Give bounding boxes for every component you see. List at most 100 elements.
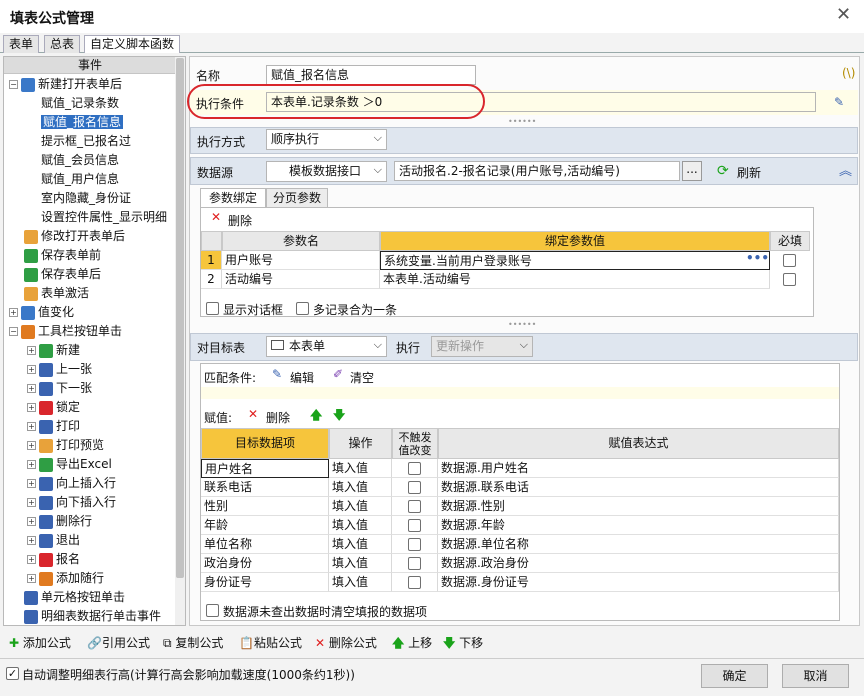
assign-field-cell[interactable]: 政治身份 (201, 554, 329, 573)
clear-unfound-checkbox[interactable] (206, 604, 219, 617)
tree-item[interactable]: 赋值_会员信息 (9, 151, 175, 170)
assign-expr-cell[interactable]: 数据源.单位名称 (438, 535, 839, 554)
delete-formula-button[interactable]: ✕ 删除公式 (315, 633, 377, 653)
tree-item[interactable]: + 报名 (9, 550, 175, 569)
show-dialog-checkbox[interactable] (206, 302, 219, 315)
expand-icon[interactable]: + (27, 498, 36, 507)
assign-row[interactable]: 年龄 填入值 数据源.年龄 (201, 516, 839, 535)
assign-delete-icon[interactable]: ✕ (248, 407, 258, 421)
assign-op-cell[interactable]: 填入值 (329, 478, 392, 497)
datasource-type-select[interactable]: 模板数据接口 (266, 160, 387, 182)
no-trigger-checkbox[interactable] (408, 538, 421, 551)
collapse-up-icon[interactable]: ︽ (839, 160, 852, 179)
tree-item[interactable]: + 删除行 (9, 512, 175, 531)
assign-field-cell[interactable]: 单位名称 (201, 535, 329, 554)
tree-item[interactable]: + 退出 (9, 531, 175, 550)
assign-field-cell[interactable]: 性别 (201, 497, 329, 516)
splitter-grip-icon[interactable]: •••••• (508, 320, 536, 329)
condition-edit-icon[interactable]: ✎ (834, 95, 844, 109)
param-value-more-icon[interactable]: ••• (746, 251, 769, 265)
tree-item[interactable]: 赋值_用户信息 (9, 170, 175, 189)
tree-item[interactable]: + 新建 (9, 341, 175, 360)
close-icon[interactable]: ✕ (836, 4, 851, 25)
expand-icon[interactable]: + (27, 536, 36, 545)
tree-item[interactable]: 保存表单前 (9, 246, 175, 265)
tree-item[interactable]: 明细表数据行单击事件 (9, 607, 175, 625)
assign-op-cell[interactable]: 填入值 (329, 497, 392, 516)
collapse-icon[interactable]: − (9, 80, 18, 89)
expand-icon[interactable]: + (27, 441, 36, 450)
datasource-field[interactable]: 活动报名.2-报名记录(用户账号,活动编号) (394, 161, 680, 181)
assign-op-cell[interactable]: 填入值 (329, 535, 392, 554)
tree-item[interactable]: + 添加随行 (9, 569, 175, 588)
tree-item[interactable]: + 向下插入行 (9, 493, 175, 512)
tree-item[interactable]: 单元格按钮单击 (9, 588, 175, 607)
assign-field-cell[interactable]: 用户姓名 (201, 459, 329, 478)
tree-item[interactable]: 赋值_记录条数 (9, 94, 175, 113)
tree-item[interactable]: + 锁定 (9, 398, 175, 417)
assign-expr-cell[interactable]: 数据源.政治身份 (438, 554, 839, 573)
datasource-browse-button[interactable]: ... (682, 161, 702, 181)
refresh-icon[interactable]: ⟳ (717, 163, 729, 179)
tree-item[interactable]: + 导出Excel (9, 455, 175, 474)
tree-item[interactable]: + 打印预览 (9, 436, 175, 455)
tree-item[interactable]: 保存表单后 (9, 265, 175, 284)
assign-expr-cell[interactable]: 数据源.身份证号 (438, 573, 839, 592)
assign-field-cell[interactable]: 联系电话 (201, 478, 329, 497)
assign-row[interactable]: 性别 填入值 数据源.性别 (201, 497, 839, 516)
no-trigger-checkbox[interactable] (408, 481, 421, 494)
refresh-button[interactable]: 刷新 (737, 164, 761, 181)
collapse-icon[interactable]: − (9, 327, 18, 336)
expand-icon[interactable]: + (27, 574, 36, 583)
move-up-button[interactable]: 🡅 上移 (392, 633, 432, 653)
expand-icon[interactable]: + (27, 555, 36, 564)
formula-hint-icon[interactable]: (\) (842, 66, 855, 80)
assign-op-cell[interactable]: 填入值 (329, 573, 392, 592)
param-required-checkbox[interactable] (783, 273, 796, 286)
tab-paging-params[interactable]: 分页参数 (266, 188, 328, 207)
assign-row[interactable]: 用户姓名 填入值 数据源.用户姓名 (201, 459, 839, 478)
assign-expr-cell[interactable]: 数据源.联系电话 (438, 478, 839, 497)
auto-row-height-checkbox[interactable]: ✓ (6, 667, 19, 680)
expand-icon[interactable]: + (9, 308, 18, 317)
assign-op-cell[interactable]: 填入值 (329, 459, 392, 478)
paste-formula-button[interactable]: 📋粘贴公式 (239, 633, 302, 653)
name-field[interactable]: 赋值_报名信息 (266, 65, 476, 85)
expand-icon[interactable]: + (27, 517, 36, 526)
match-clear-button[interactable]: 清空 (350, 369, 374, 386)
eraser-icon[interactable]: ✐ (333, 367, 343, 381)
merge-records-checkbox[interactable] (296, 302, 309, 315)
assign-field-cell[interactable]: 年龄 (201, 516, 329, 535)
tree-item[interactable]: 赋值_报名信息 (9, 113, 175, 132)
tab-form[interactable]: 表单 (3, 35, 40, 53)
assign-expr-cell[interactable]: 数据源.用户姓名 (438, 459, 839, 478)
assign-expr-cell[interactable]: 数据源.年龄 (438, 516, 839, 535)
tree-item[interactable]: 表单激活 (9, 284, 175, 303)
match-edit-button[interactable]: 编辑 (290, 369, 314, 386)
exec-select[interactable]: 更新操作 (431, 335, 533, 357)
assign-row[interactable]: 联系电话 填入值 数据源.联系电话 (201, 478, 839, 497)
assign-delete-button[interactable]: 删除 (266, 409, 290, 426)
tree-item[interactable]: 设置控件属性_显示明细 (9, 208, 175, 227)
cancel-button[interactable]: 取消 (782, 664, 849, 688)
no-trigger-checkbox[interactable] (408, 519, 421, 532)
ok-button[interactable]: 确定 (701, 664, 768, 688)
assign-row[interactable]: 政治身份 填入值 数据源.政治身份 (201, 554, 839, 573)
param-row-value[interactable]: 本表单.活动编号 (380, 270, 770, 289)
tree-item[interactable]: + 下一张 (9, 379, 175, 398)
move-up-icon[interactable]: 🡅 (310, 406, 322, 427)
tree-item[interactable]: 室内隐藏_身份证 (9, 189, 175, 208)
match-condition-field[interactable] (201, 387, 839, 399)
tree-item[interactable]: 提示框_已报名过 (9, 132, 175, 151)
target-table-select[interactable]: 本表单 (266, 335, 387, 357)
expand-icon[interactable]: + (27, 346, 36, 355)
tree-item[interactable]: − 工具栏按钮单击 (9, 322, 175, 341)
param-required-checkbox[interactable] (783, 254, 796, 267)
param-delete-button[interactable]: 删除 (228, 212, 252, 229)
param-row-value[interactable]: 系统变量.当前用户登录账号 (380, 251, 770, 270)
expand-icon[interactable]: + (27, 384, 36, 393)
tree-item[interactable]: + 上一张 (9, 360, 175, 379)
expand-icon[interactable]: + (27, 365, 36, 374)
tree-item[interactable]: + 值变化 (9, 303, 175, 322)
splitter-grip-icon[interactable]: •••••• (508, 117, 536, 126)
